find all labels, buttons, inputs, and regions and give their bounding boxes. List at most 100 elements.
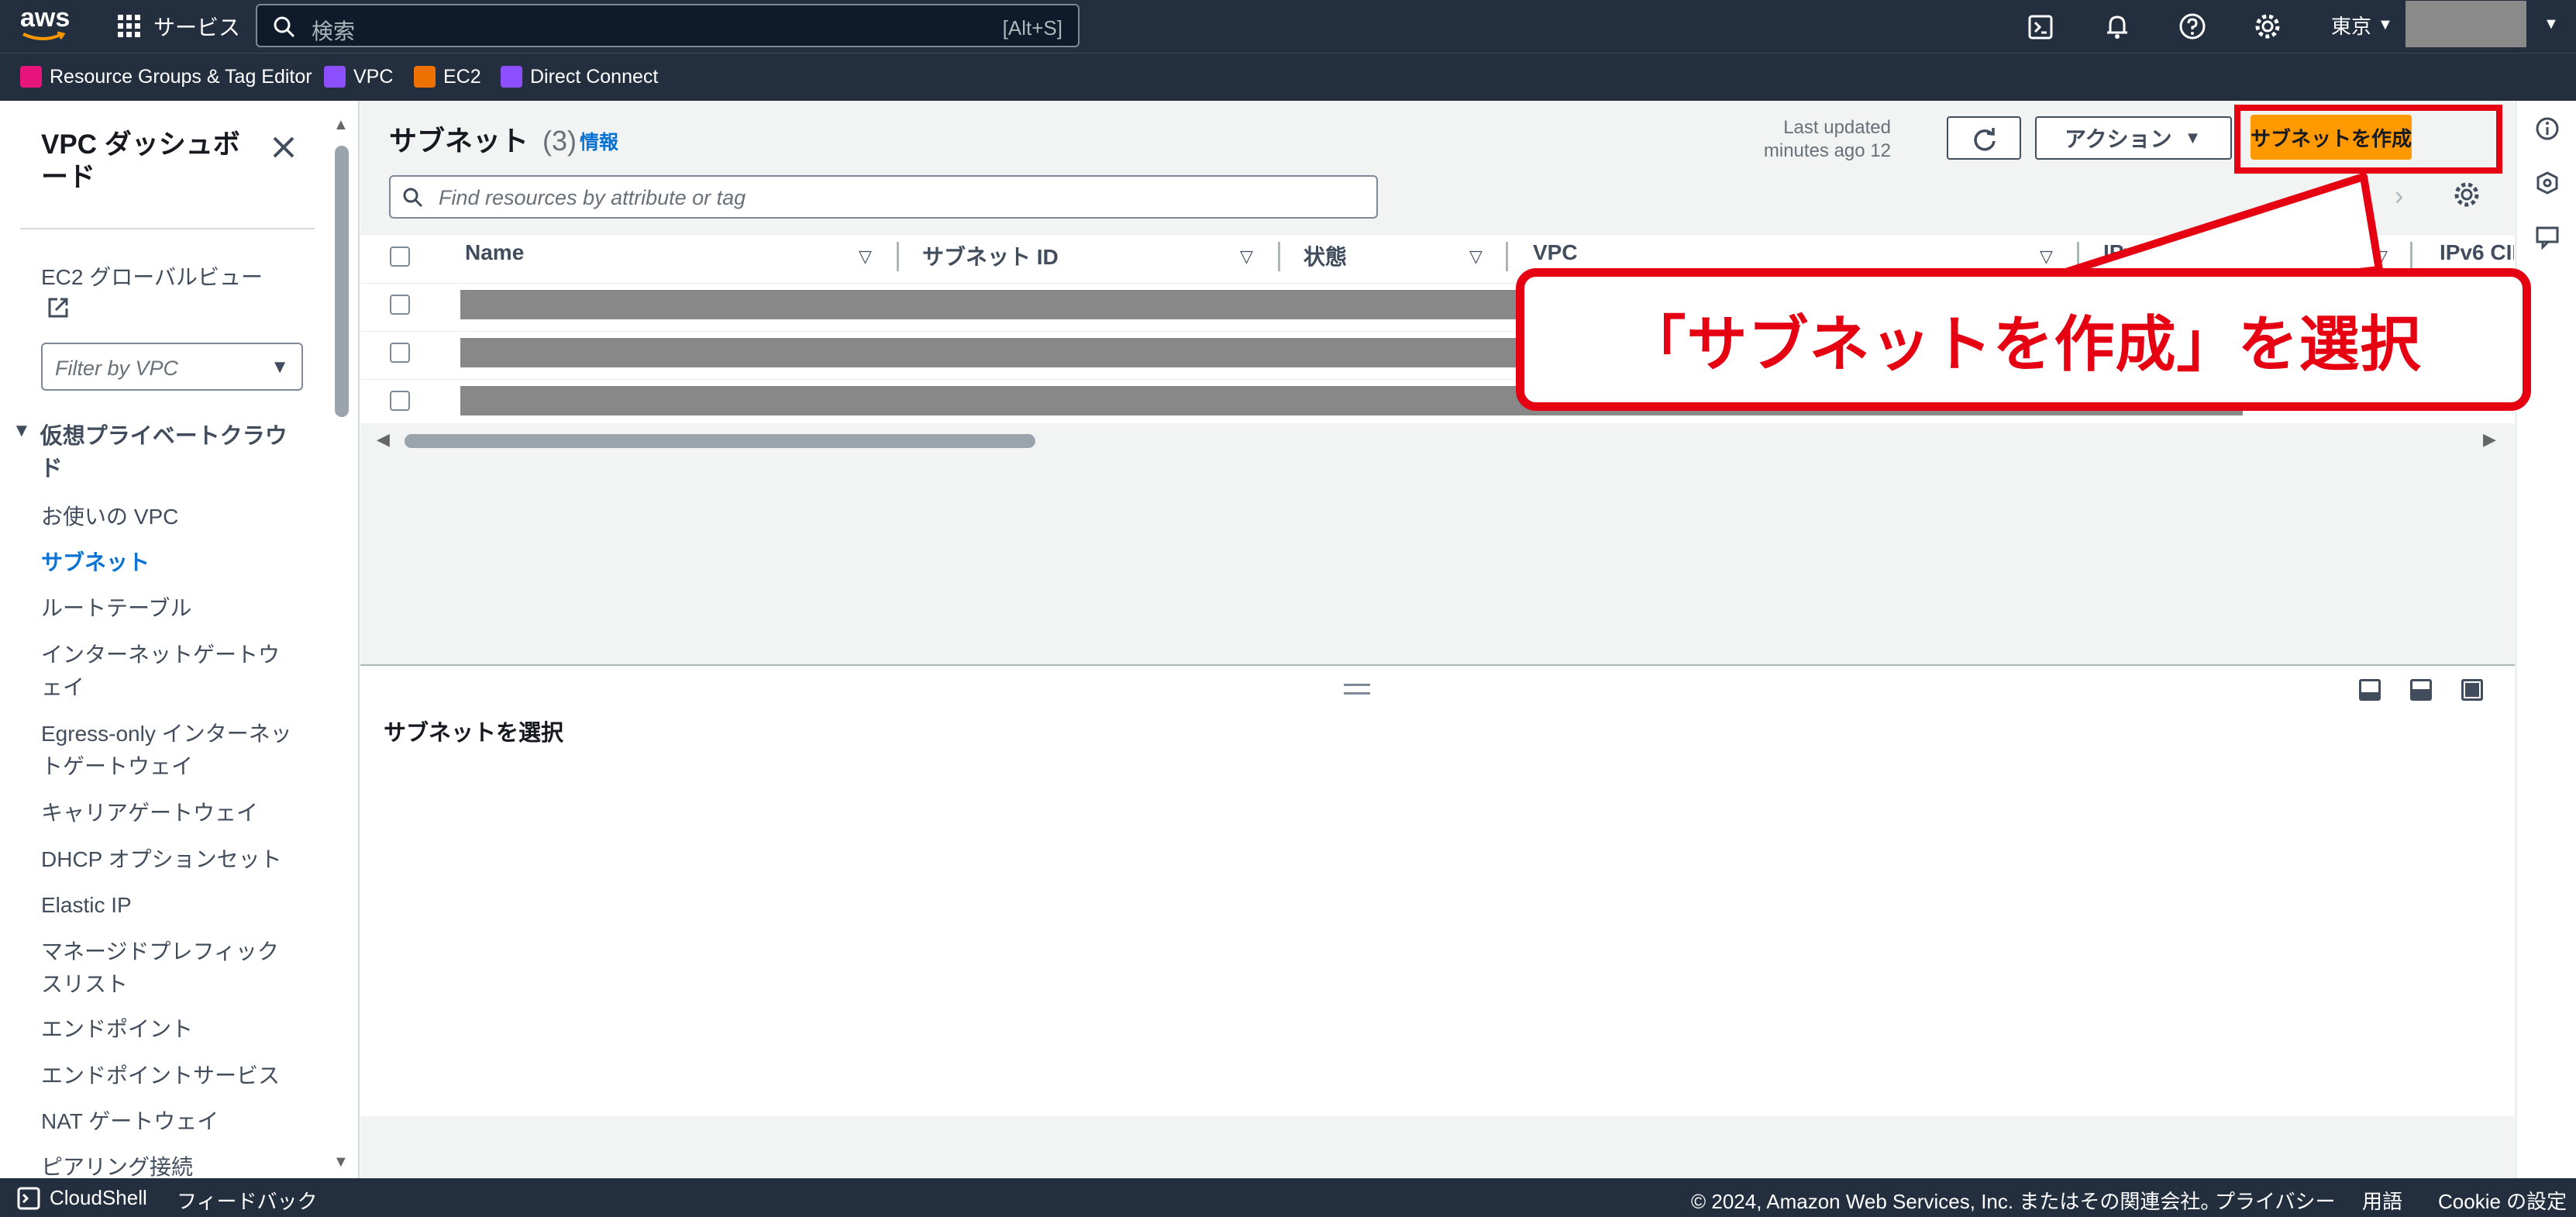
sort-icon[interactable]: ▽ [1240, 247, 1253, 267]
row-checkbox[interactable] [390, 391, 410, 411]
highlight-box [2234, 105, 2502, 174]
caret-down-icon: ▼ [270, 357, 289, 378]
notifications-icon[interactable] [2103, 12, 2131, 40]
grid-icon [118, 15, 140, 37]
sidebar-item-endpoints[interactable]: エンドポイント [41, 1013, 193, 1046]
sidebar-item-prefix-lists[interactable]: マネージドプレフィックスリスト [41, 936, 297, 1001]
search-shortcut: [Alt+S] [1002, 16, 1062, 40]
scroll-left-icon[interactable]: ◀ [377, 429, 390, 450]
detail-panel-title: サブネットを選択 [384, 721, 564, 746]
account-name-redacted [2406, 1, 2526, 47]
ec2-icon [414, 66, 436, 88]
account-menu[interactable]: ▼ [2406, 0, 2576, 48]
panel-position-full-icon[interactable] [2461, 679, 2483, 701]
column-header-vpc[interactable]: VPC [1533, 240, 1578, 265]
sidebar-border [358, 101, 360, 1178]
scroll-down-icon[interactable]: ▼ [333, 1153, 349, 1171]
help-icon[interactable] [2178, 12, 2206, 40]
detail-panel-footer-strip [360, 1124, 2515, 1178]
chevron-right-icon[interactable]: › [2395, 181, 2403, 212]
terms-link[interactable]: 用語 [2362, 1186, 2402, 1215]
panel-position-side-icon[interactable] [2410, 679, 2432, 701]
column-header-subnet-id[interactable]: サブネット ID [922, 240, 1059, 271]
column-divider[interactable] [2410, 242, 2412, 271]
row-checkbox[interactable] [390, 343, 410, 363]
ec2-global-view-link[interactable]: EC2 グローバルビュー [41, 260, 263, 291]
sidebar-item-route-tables[interactable]: ルートテーブル [41, 592, 191, 625]
sidebar-item-your-vpcs[interactable]: お使いの VPC [41, 501, 178, 533]
subnet-count: (3) [542, 125, 577, 157]
column-header-ipv6-cidr[interactable]: IPv6 CIDR [2440, 240, 2514, 265]
region-selector[interactable]: 東京 ▼ [2331, 11, 2393, 40]
sort-icon[interactable]: ▽ [1469, 247, 1483, 267]
search-placeholder: 検索 [312, 19, 356, 43]
services-label: サービス [153, 16, 241, 40]
info-link[interactable]: 情報 [580, 127, 618, 155]
sidebar-item-carrier-gateways[interactable]: キャリアゲートウェイ [41, 797, 258, 829]
close-icon[interactable] [271, 135, 296, 160]
vpc-filter-select[interactable]: Filter by VPC ▼ [41, 343, 303, 391]
refresh-icon [1974, 128, 1996, 151]
global-search-input[interactable]: 検索 [Alt+S] [256, 4, 1080, 47]
sidebar-item-subnets[interactable]: サブネット [41, 546, 150, 579]
resource-filter-input[interactable]: Find resources by attribute or tag [389, 175, 1378, 219]
cookie-settings-link[interactable]: Cookie の設定 [2438, 1186, 2567, 1215]
scroll-thumb[interactable] [405, 434, 1035, 448]
sidebar-item-nat-gateways[interactable]: NAT ゲートウェイ [41, 1105, 219, 1138]
top-navigation: aws サービス 検索 [Alt+S] 東京 ▼ ▼ [0, 0, 2576, 53]
actions-dropdown[interactable]: アクション ▼ [2035, 116, 2232, 160]
feedback-link[interactable]: フィードバック [177, 1186, 317, 1215]
row-checkbox[interactable] [390, 295, 410, 315]
panel-position-bottom-icon[interactable] [2359, 679, 2381, 701]
column-header-name[interactable]: Name [465, 240, 524, 265]
sidebar-item-endpoint-services[interactable]: エンドポイントサービス [41, 1060, 280, 1092]
privacy-link[interactable]: プライバシー [2215, 1186, 2335, 1215]
sidebar-item-internet-gateways[interactable]: インターネットゲートウェイ [41, 639, 297, 704]
favorite-ec2[interactable]: EC2 [414, 65, 481, 88]
column-header-state[interactable]: 状態 [1303, 240, 1347, 271]
right-tools-rail [2516, 101, 2576, 1178]
section-vpc-toggle[interactable]: ▼ 仮想プライベートクラウド [12, 420, 288, 485]
chevron-down-icon: ▼ [2378, 16, 2393, 33]
scroll-right-icon[interactable]: ▶ [2483, 429, 2496, 450]
table-settings-icon[interactable] [2454, 181, 2480, 208]
copyright-text: © 2024, Amazon Web Services, Inc. またはその関… [1691, 1190, 2221, 1213]
sidebar-title: VPC ダッシュボード [41, 129, 240, 192]
footer: CloudShell フィードバック © 2024, Amazon Web Se… [0, 1178, 2576, 1217]
favorite-vpc[interactable]: VPC [324, 65, 393, 88]
favorite-resource-groups[interactable]: Resource Groups & Tag Editor [20, 65, 312, 88]
sort-icon[interactable]: ▽ [859, 247, 872, 267]
last-updated: Last updated 12 minutes ago [1763, 117, 1891, 161]
search-icon [274, 16, 295, 38]
chevron-down-icon: ▼ [2543, 15, 2559, 33]
vpc-icon [324, 66, 346, 88]
direct-connect-icon [501, 66, 522, 88]
detail-panel [360, 664, 2515, 1116]
sidebar-item-dhcp-options[interactable]: DHCP オプションセット [41, 843, 282, 876]
column-divider[interactable] [897, 242, 899, 271]
column-divider[interactable] [1278, 242, 1280, 271]
favorite-direct-connect[interactable]: Direct Connect [501, 65, 658, 88]
hexagon-icon[interactable] [2535, 171, 2560, 195]
cloudshell-button[interactable]: CloudShell [17, 1186, 147, 1210]
sidebar-item-elastic-ip[interactable]: Elastic IP [41, 889, 132, 922]
split-panel-drag-handle[interactable] [1344, 684, 1370, 695]
feedback-icon[interactable] [2535, 225, 2560, 250]
settings-icon[interactable] [2254, 12, 2282, 40]
callout-text: 「サブネットを作成」を選択 [1625, 310, 2422, 378]
sidebar-scrollbar[interactable]: ▲ ▼ [332, 116, 352, 1178]
callout-seam-cover [1984, 278, 2364, 309]
select-all-checkbox[interactable] [390, 247, 410, 267]
external-link-icon [48, 298, 68, 318]
sidebar-item-egress-only-gateways[interactable]: Egress-only インターネットゲートウェイ [41, 718, 297, 783]
scroll-thumb[interactable] [335, 146, 349, 417]
cloudshell-icon [17, 1187, 40, 1209]
scroll-up-icon[interactable]: ▲ [333, 116, 349, 134]
column-divider[interactable] [1506, 242, 1508, 271]
info-icon[interactable] [2535, 116, 2560, 141]
table-horizontal-scrollbar[interactable]: ◀ ▶ [374, 428, 2505, 451]
cloudshell-icon[interactable] [2027, 14, 2054, 40]
aws-logo[interactable]: aws [20, 5, 70, 43]
refresh-button[interactable] [1947, 116, 2021, 160]
services-menu-button[interactable]: サービス [116, 11, 240, 42]
